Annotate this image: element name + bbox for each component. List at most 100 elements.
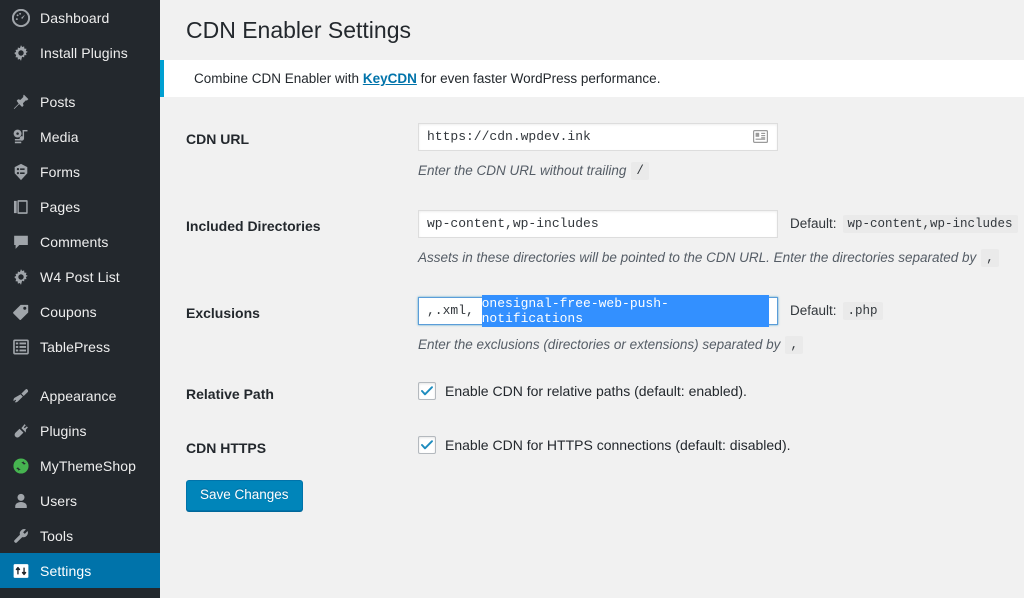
sidebar-item-tools[interactable]: Tools xyxy=(0,518,160,553)
dashboard-icon xyxy=(11,8,31,28)
exclusions-default: Default: .php xyxy=(790,302,883,320)
keycdn-notice: Combine CDN Enabler with KeyCDN for even… xyxy=(160,60,1024,97)
sidebar-item-settings[interactable]: Settings xyxy=(0,553,160,588)
plug-icon xyxy=(11,421,31,441)
exclusions-description-code: , xyxy=(785,336,803,354)
gear-icon xyxy=(11,43,31,63)
cdn-url-description: Enter the CDN URL without trailing / xyxy=(418,162,1016,180)
label-exclusions: Exclusions xyxy=(186,297,418,321)
sidebar-item-pages[interactable]: Pages xyxy=(0,189,160,224)
cdn-https-checkbox-label[interactable]: Enable CDN for HTTPS connections (defaul… xyxy=(445,437,791,453)
spacer xyxy=(186,456,1016,480)
row-cdn-url: CDN URL https://cdn.wpdev.ink xyxy=(186,123,1016,180)
sidebar-item-label: Coupons xyxy=(40,304,97,320)
tag-icon xyxy=(11,302,31,322)
exclusions-default-value: .php xyxy=(843,302,883,320)
sidebar-item-dashboard[interactable]: Dashboard xyxy=(0,0,160,35)
included-directories-description-text: Assets in these directories will be poin… xyxy=(418,250,976,265)
address-card-icon[interactable] xyxy=(752,129,769,144)
label-cdn-url: CDN URL xyxy=(186,123,418,147)
label-relative-path: Relative Path xyxy=(186,378,418,402)
refresh-icon xyxy=(11,456,31,476)
row-save: Save Changes xyxy=(186,480,1016,511)
sidebar-item-appearance[interactable]: Appearance xyxy=(0,378,160,413)
sidebar-item-posts[interactable]: Posts xyxy=(0,84,160,119)
notice-text-before: Combine CDN Enabler with xyxy=(194,71,363,86)
sidebar-item-label: Install Plugins xyxy=(40,45,128,61)
included-directories-description-code: , xyxy=(981,249,999,267)
exclusions-input[interactable]: ,.xml, onesignal-free-web-push-notificat… xyxy=(418,297,778,325)
sidebar-item-label: MyThemeShop xyxy=(40,458,136,474)
sidebar-item-coupons[interactable]: Coupons xyxy=(0,294,160,329)
sidebar-item-label: Dashboard xyxy=(40,10,109,26)
settings-content: CDN Enabler Settings Combine CDN Enabler… xyxy=(160,0,1024,598)
cdn-url-description-text: Enter the CDN URL without trailing xyxy=(418,163,626,178)
row-cdn-https: CDN HTTPS Enable CDN for HTTPS connectio… xyxy=(186,432,1016,456)
included-directories-input[interactable]: wp-content,wp-includes xyxy=(418,210,778,238)
spacer xyxy=(186,180,1016,210)
gear-icon xyxy=(11,267,31,287)
sidebar-item-label: Users xyxy=(40,493,77,509)
included-directories-description: Assets in these directories will be poin… xyxy=(418,249,1018,267)
admin-screen: Dashboard Install Plugins Posts Media Forms P… xyxy=(0,0,1024,598)
settings-icon xyxy=(11,561,31,581)
sidebar-item-install-plugins[interactable]: Install Plugins xyxy=(0,35,160,70)
sidebar-item-label: Appearance xyxy=(40,388,117,404)
sidebar-separator xyxy=(0,364,160,378)
spacer xyxy=(186,402,1016,432)
spacer xyxy=(186,354,1016,378)
sidebar-item-forms[interactable]: Forms xyxy=(0,154,160,189)
relative-path-checkbox[interactable] xyxy=(418,382,436,400)
comment-icon xyxy=(11,232,31,252)
cdn-https-checkbox[interactable] xyxy=(418,436,436,454)
checkmark-icon xyxy=(421,440,433,450)
cdn-url-input[interactable]: https://cdn.wpdev.ink xyxy=(418,123,778,151)
page-title: CDN Enabler Settings xyxy=(186,0,1024,60)
sidebar-item-label: Comments xyxy=(40,234,108,250)
row-relative-path: Relative Path Enable CDN for relative pa… xyxy=(186,378,1016,402)
cdn-url-value: https://cdn.wpdev.ink xyxy=(427,129,591,144)
sidebar-item-tablepress[interactable]: TablePress xyxy=(0,329,160,364)
exclusions-value-plain: ,.xml, xyxy=(427,303,482,318)
relative-path-checkbox-label[interactable]: Enable CDN for relative paths (default: … xyxy=(445,383,747,399)
sidebar-item-w4-post-list[interactable]: W4 Post List xyxy=(0,259,160,294)
sidebar-separator xyxy=(0,70,160,84)
included-directories-default: Default: wp-content,wp-includes xyxy=(790,215,1018,233)
row-included-directories: Included Directories wp-content,wp-inclu… xyxy=(186,210,1016,267)
media-icon xyxy=(11,127,31,147)
sidebar-item-label: Forms xyxy=(40,164,80,180)
included-directories-value: wp-content,wp-includes xyxy=(427,216,599,231)
sidebar-item-users[interactable]: Users xyxy=(0,483,160,518)
label-cdn-https: CDN HTTPS xyxy=(186,432,418,456)
keycdn-link[interactable]: KeyCDN xyxy=(363,71,417,86)
sidebar-item-comments[interactable]: Comments xyxy=(0,224,160,259)
sidebar-item-plugins[interactable]: Plugins xyxy=(0,413,160,448)
notice-text-after: for even faster WordPress performance. xyxy=(417,71,661,86)
label-included-directories: Included Directories xyxy=(186,210,418,234)
table-icon xyxy=(11,337,31,357)
exclusions-description-text: Enter the exclusions (directories or ext… xyxy=(418,337,780,352)
pages-icon xyxy=(11,197,31,217)
paintbrush-icon xyxy=(11,386,31,406)
checkmark-icon xyxy=(421,386,433,396)
sidebar-item-label: Pages xyxy=(40,199,80,215)
sidebar-item-label: Media xyxy=(40,129,79,145)
included-directories-default-label: Default: xyxy=(790,216,837,231)
sidebar-item-label: Posts xyxy=(40,94,76,110)
sidebar-item-label: W4 Post List xyxy=(40,269,120,285)
sidebar-item-label: Tools xyxy=(40,528,73,544)
spacer xyxy=(186,267,1016,297)
save-changes-button[interactable]: Save Changes xyxy=(186,480,303,511)
sidebar-item-media[interactable]: Media xyxy=(0,119,160,154)
settings-form: CDN URL https://cdn.wpdev.ink xyxy=(186,123,1016,511)
pin-icon xyxy=(11,92,31,112)
admin-sidebar: Dashboard Install Plugins Posts Media Forms P… xyxy=(0,0,160,598)
exclusions-value-selected: onesignal-free-web-push-notifications xyxy=(482,295,769,327)
sidebar-item-mythemeshop[interactable]: MyThemeShop xyxy=(0,448,160,483)
exclusions-description: Enter the exclusions (directories or ext… xyxy=(418,336,1016,354)
sidebar-item-label: Settings xyxy=(40,563,91,579)
included-directories-default-value: wp-content,wp-includes xyxy=(843,215,1018,233)
user-icon xyxy=(11,491,31,511)
forms-icon xyxy=(11,162,31,182)
exclusions-default-label: Default: xyxy=(790,303,837,318)
